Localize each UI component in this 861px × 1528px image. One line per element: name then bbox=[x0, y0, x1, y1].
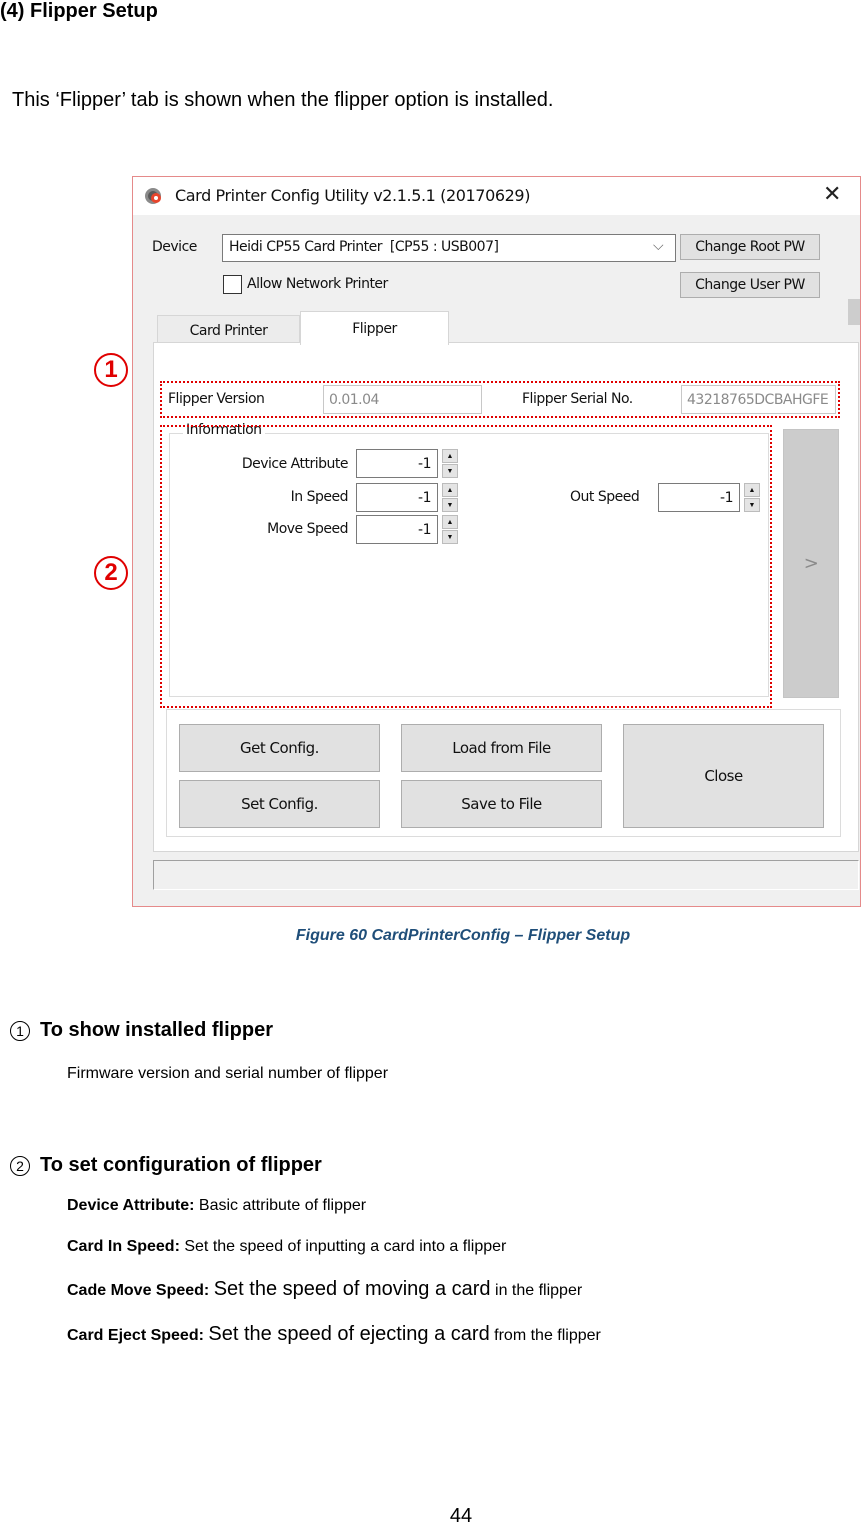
stepper-up-icon[interactable]: ▲ bbox=[442, 449, 458, 463]
change-user-pw-button[interactable]: Change User PW bbox=[680, 272, 820, 298]
definition-eject-speed: Card Eject Speed: Set the speed of eject… bbox=[67, 1323, 601, 1346]
item-1-title: To show installed flipper bbox=[40, 1019, 273, 1041]
item-1-description: Firmware version and serial number of fl… bbox=[67, 1065, 389, 1082]
definition-device-attribute: Device Attribute: Basic attribute of fli… bbox=[67, 1197, 366, 1215]
term: Device Attribute: bbox=[67, 1197, 195, 1214]
definition: Set the speed of moving a card bbox=[213, 1278, 491, 1300]
get-config-button[interactable]: Get Config. bbox=[179, 724, 380, 772]
term: Card In Speed: bbox=[67, 1238, 180, 1255]
term: Card Eject Speed: bbox=[67, 1327, 204, 1344]
definition: Set the speed of ejecting a card bbox=[208, 1323, 490, 1345]
circled-number-2: 2 bbox=[10, 1155, 30, 1176]
circled-number-1: 1 bbox=[10, 1020, 30, 1041]
information-group bbox=[169, 433, 769, 697]
flipper-version-field: 0.01.04 bbox=[323, 385, 482, 414]
annotation-marker-2: 2 bbox=[94, 556, 128, 590]
definition-card-in-speed: Card In Speed: Set the speed of inputtin… bbox=[67, 1238, 506, 1256]
flipper-serial-label: Flipper Serial No. bbox=[522, 391, 633, 407]
tab-flipper[interactable]: Flipper bbox=[300, 311, 449, 345]
definition-move-speed: Cade Move Speed: Set the speed of moving… bbox=[67, 1278, 582, 1301]
item-1-heading: 1 To show installed flipper bbox=[10, 1019, 273, 1042]
move-speed-label: Move Speed bbox=[267, 521, 348, 537]
change-root-pw-button[interactable]: Change Root PW bbox=[680, 234, 820, 260]
chevron-down-icon[interactable]: ⌵ bbox=[653, 238, 664, 254]
stepper-down-icon[interactable]: ▼ bbox=[442, 498, 458, 512]
tab-card-printer[interactable]: Card Printer bbox=[157, 315, 300, 345]
stepper-up-icon[interactable]: ▲ bbox=[442, 483, 458, 497]
device-select-value: Heidi CP55 Card Printer [CP55 : USB007] bbox=[229, 239, 499, 255]
in-speed-input[interactable]: -1 bbox=[356, 483, 438, 512]
out-speed-input[interactable]: -1 bbox=[658, 483, 740, 512]
move-speed-input[interactable]: -1 bbox=[356, 515, 438, 544]
definition-tail: from the flipper bbox=[494, 1327, 601, 1344]
move-speed-stepper[interactable]: ▲ ▼ bbox=[442, 515, 458, 544]
close-button[interactable]: Close bbox=[623, 724, 824, 828]
scrollbar-thumb[interactable] bbox=[848, 299, 860, 325]
allow-network-label: Allow Network Printer bbox=[247, 276, 388, 292]
definition: Basic attribute of flipper bbox=[198, 1197, 367, 1214]
in-speed-stepper[interactable]: ▲ ▼ bbox=[442, 483, 458, 512]
load-from-file-button[interactable]: Load from File bbox=[401, 724, 602, 772]
device-attribute-stepper[interactable]: ▲ ▼ bbox=[442, 449, 458, 478]
annotation-marker-1: 1 bbox=[94, 353, 128, 387]
item-2-title: To set configuration of flipper bbox=[40, 1154, 322, 1176]
stepper-up-icon[interactable]: ▲ bbox=[442, 515, 458, 529]
device-select[interactable]: Heidi CP55 Card Printer [CP55 : USB007] … bbox=[222, 234, 676, 262]
definition: Set the speed of inputting a card into a… bbox=[184, 1238, 507, 1255]
in-speed-label: In Speed bbox=[290, 489, 349, 505]
next-page-button[interactable]: > bbox=[783, 429, 839, 698]
set-config-button[interactable]: Set Config. bbox=[179, 780, 380, 828]
config-utility-window: Card Printer Config Utility v2.1.5.1 (20… bbox=[132, 176, 861, 907]
stepper-up-icon[interactable]: ▲ bbox=[744, 483, 760, 497]
device-label: Device bbox=[152, 239, 197, 255]
allow-network-checkbox[interactable] bbox=[223, 275, 242, 294]
stepper-down-icon[interactable]: ▼ bbox=[744, 498, 760, 512]
window-title: Card Printer Config Utility v2.1.5.1 (20… bbox=[175, 186, 531, 205]
stepper-down-icon[interactable]: ▼ bbox=[442, 530, 458, 544]
figure-caption: Figure 60 CardPrinterConfig – Flipper Se… bbox=[295, 927, 631, 944]
intro-paragraph: This ‘Flipper’ tab is shown when the fli… bbox=[12, 89, 554, 111]
item-2-heading: 2 To set configuration of flipper bbox=[10, 1154, 322, 1177]
device-attribute-input[interactable]: -1 bbox=[356, 449, 438, 478]
information-group-label: Information bbox=[183, 422, 265, 438]
device-attribute-label: Device Attribute bbox=[241, 456, 349, 472]
close-icon[interactable]: ✕ bbox=[823, 182, 841, 207]
gear-app-icon bbox=[145, 188, 161, 204]
section-title: (4) Flipper Setup bbox=[0, 0, 158, 22]
stepper-down-icon[interactable]: ▼ bbox=[442, 464, 458, 478]
save-to-file-button[interactable]: Save to File bbox=[401, 780, 602, 828]
definition-tail: in the flipper bbox=[495, 1282, 583, 1299]
flipper-version-label: Flipper Version bbox=[168, 391, 265, 407]
page-number: 44 bbox=[449, 1505, 473, 1527]
title-bar: Card Printer Config Utility v2.1.5.1 (20… bbox=[133, 177, 860, 215]
term: Cade Move Speed: bbox=[67, 1282, 210, 1299]
out-speed-stepper[interactable]: ▲ ▼ bbox=[744, 483, 760, 512]
out-speed-label: Out Speed bbox=[570, 489, 640, 505]
flipper-serial-field: 43218765DCBAHGFE bbox=[681, 385, 836, 414]
status-bar bbox=[153, 860, 859, 890]
